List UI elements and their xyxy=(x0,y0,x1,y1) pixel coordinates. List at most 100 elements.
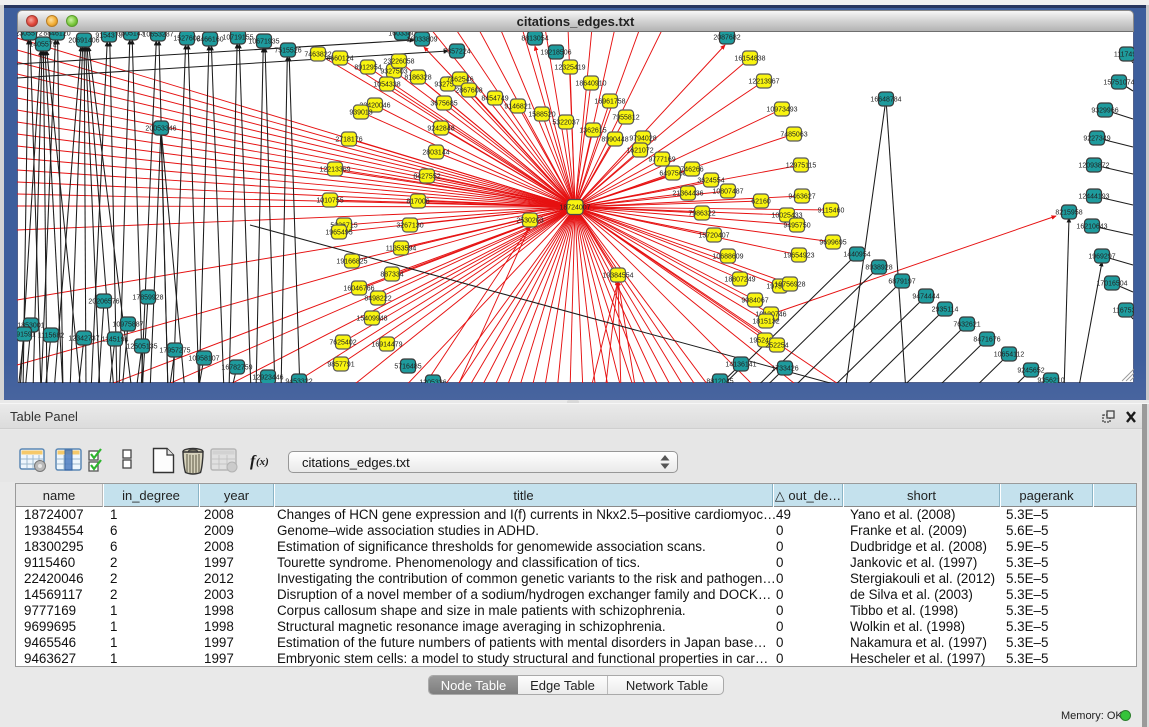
svg-text:14136141: 14136141 xyxy=(725,361,756,368)
svg-text:12923446: 12923446 xyxy=(252,374,283,381)
svg-text:3675685: 3675685 xyxy=(430,100,457,107)
svg-text:19756928: 19756928 xyxy=(774,281,805,288)
svg-text:10671935: 10671935 xyxy=(248,38,279,45)
svg-text:16033809: 16033809 xyxy=(406,36,437,43)
svg-text:7515526: 7515526 xyxy=(274,47,301,54)
svg-text:12975115: 12975115 xyxy=(786,162,817,169)
svg-text:15720407: 15720407 xyxy=(698,232,729,239)
svg-text:18807249: 18807249 xyxy=(724,276,755,283)
svg-text:9857791: 9857791 xyxy=(327,361,354,368)
svg-text:746266: 746266 xyxy=(680,166,703,173)
svg-text:9699695: 9699695 xyxy=(819,239,846,246)
svg-text:16046766: 16046766 xyxy=(343,285,374,292)
svg-text:1405572: 1405572 xyxy=(29,41,56,48)
svg-text:12093872: 12093872 xyxy=(1078,162,1109,169)
svg-text:2935114: 2935114 xyxy=(932,306,959,313)
svg-text:17957275: 17957275 xyxy=(159,347,190,354)
svg-text:3267130: 3267130 xyxy=(396,222,423,229)
svg-text:9453322: 9453322 xyxy=(285,378,312,383)
svg-text:12505135: 12505135 xyxy=(126,343,157,350)
svg-text:17859928: 17859928 xyxy=(132,294,163,301)
svg-text:1440954: 1440954 xyxy=(843,251,870,258)
svg-text:21364436: 21364436 xyxy=(672,190,703,197)
svg-text:10973493: 10973493 xyxy=(766,106,797,113)
svg-text:1117499: 1117499 xyxy=(1114,51,1134,58)
svg-text:7625402: 7625402 xyxy=(329,339,356,346)
svg-text:8990448: 8990448 xyxy=(601,136,628,143)
svg-text:9474444: 9474444 xyxy=(912,293,939,300)
svg-text:887334: 887334 xyxy=(380,271,403,278)
svg-text:7955812: 7955812 xyxy=(612,114,639,121)
svg-text:2087682: 2087682 xyxy=(713,34,740,41)
svg-text:8660124: 8660124 xyxy=(326,55,353,62)
svg-text:3624554: 3624554 xyxy=(697,177,724,184)
svg-text:1205336: 1205336 xyxy=(419,379,446,383)
svg-text:20053346: 20053346 xyxy=(145,125,176,132)
svg-text:18724007: 18724007 xyxy=(559,204,590,211)
svg-text:8186328: 8186328 xyxy=(404,74,431,81)
svg-text:12325419: 12325419 xyxy=(554,64,585,71)
svg-text:1815132: 1815132 xyxy=(752,318,779,325)
svg-text:9777169: 9777169 xyxy=(648,156,675,163)
svg-text:1621072: 1621072 xyxy=(626,147,653,154)
svg-text:8813054: 8813054 xyxy=(521,35,548,42)
svg-text:16210643: 16210643 xyxy=(1076,223,1107,230)
svg-text:2530203: 2530203 xyxy=(516,217,543,224)
svg-text:8454749: 8454749 xyxy=(481,95,508,102)
svg-text:16914479: 16914479 xyxy=(371,341,402,348)
svg-text:15751074: 15751074 xyxy=(1103,79,1134,86)
svg-text:9794028: 9794028 xyxy=(629,135,656,142)
svg-text:9495750: 9495750 xyxy=(783,222,810,229)
svg-text:15409948: 15409948 xyxy=(356,315,387,322)
svg-text:10653287: 10653287 xyxy=(142,32,173,38)
svg-text:9084067: 9084067 xyxy=(741,297,768,304)
svg-text:9245652: 9245652 xyxy=(1017,367,1044,374)
svg-text:8427552: 8427552 xyxy=(413,173,440,180)
svg-text:939013: 939013 xyxy=(349,109,372,116)
svg-text:10654112: 10654112 xyxy=(994,351,1025,358)
svg-text:1115682: 1115682 xyxy=(38,332,64,339)
svg-text:7462546: 7462546 xyxy=(446,76,473,83)
svg-text:16154838: 16154838 xyxy=(734,55,765,62)
svg-text:817006: 817006 xyxy=(406,198,429,205)
svg-text:11353594: 11353594 xyxy=(386,245,417,252)
svg-text:1965495: 1965495 xyxy=(325,229,352,236)
svg-text:391591: 391591 xyxy=(17,331,36,338)
svg-text:9115460: 9115460 xyxy=(818,207,845,214)
svg-text:19654923: 19654923 xyxy=(783,252,814,259)
svg-text:1010755: 1010755 xyxy=(316,197,343,204)
svg-text:16648784: 16648784 xyxy=(870,96,901,103)
svg-text:2803144: 2803144 xyxy=(422,149,449,156)
svg-text:19218506: 19218506 xyxy=(540,49,571,56)
svg-text:9242848: 9242848 xyxy=(427,125,454,132)
svg-text:12342737: 12342737 xyxy=(68,335,99,342)
svg-text:8912954: 8912954 xyxy=(354,64,381,71)
svg-text:6879197: 6879197 xyxy=(888,278,915,285)
svg-text:2718176: 2718176 xyxy=(335,136,362,143)
svg-text:5322037: 5322037 xyxy=(552,119,579,126)
svg-text:16782759: 16782759 xyxy=(221,364,252,371)
svg-text:23226058: 23226058 xyxy=(383,58,414,65)
svg-text:10958107: 10958107 xyxy=(188,355,219,362)
svg-text:252254: 252254 xyxy=(765,342,788,349)
svg-text:1969297: 1969297 xyxy=(1088,253,1115,260)
svg-text:7986322: 7986322 xyxy=(688,210,715,217)
svg-text:8215958: 8215958 xyxy=(1055,209,1082,216)
svg-text:18640910: 18640910 xyxy=(575,80,606,87)
svg-text:20206576: 20206576 xyxy=(88,298,119,305)
svg-text:7632621: 7632621 xyxy=(953,321,980,328)
svg-text:19384554: 19384554 xyxy=(602,272,633,279)
svg-text:9146821: 9146821 xyxy=(504,103,531,110)
svg-text:12444193: 12444193 xyxy=(1078,193,1109,200)
svg-text:9463627: 9463627 xyxy=(788,193,815,200)
svg-text:8846120: 8846120 xyxy=(43,32,70,37)
svg-text:1167531: 1167531 xyxy=(1113,307,1134,314)
svg-text:1145194: 1145194 xyxy=(102,336,129,343)
svg-text:9356210: 9356210 xyxy=(1037,377,1064,383)
svg-text:12213369: 12213369 xyxy=(319,166,350,173)
svg-text:16961758: 16961758 xyxy=(594,98,625,105)
svg-text:5716485: 5716485 xyxy=(394,363,421,370)
svg-text:(x): (x) xyxy=(256,456,269,468)
svg-text:62160: 62160 xyxy=(751,198,771,205)
svg-text:1054338: 1054338 xyxy=(373,81,400,88)
